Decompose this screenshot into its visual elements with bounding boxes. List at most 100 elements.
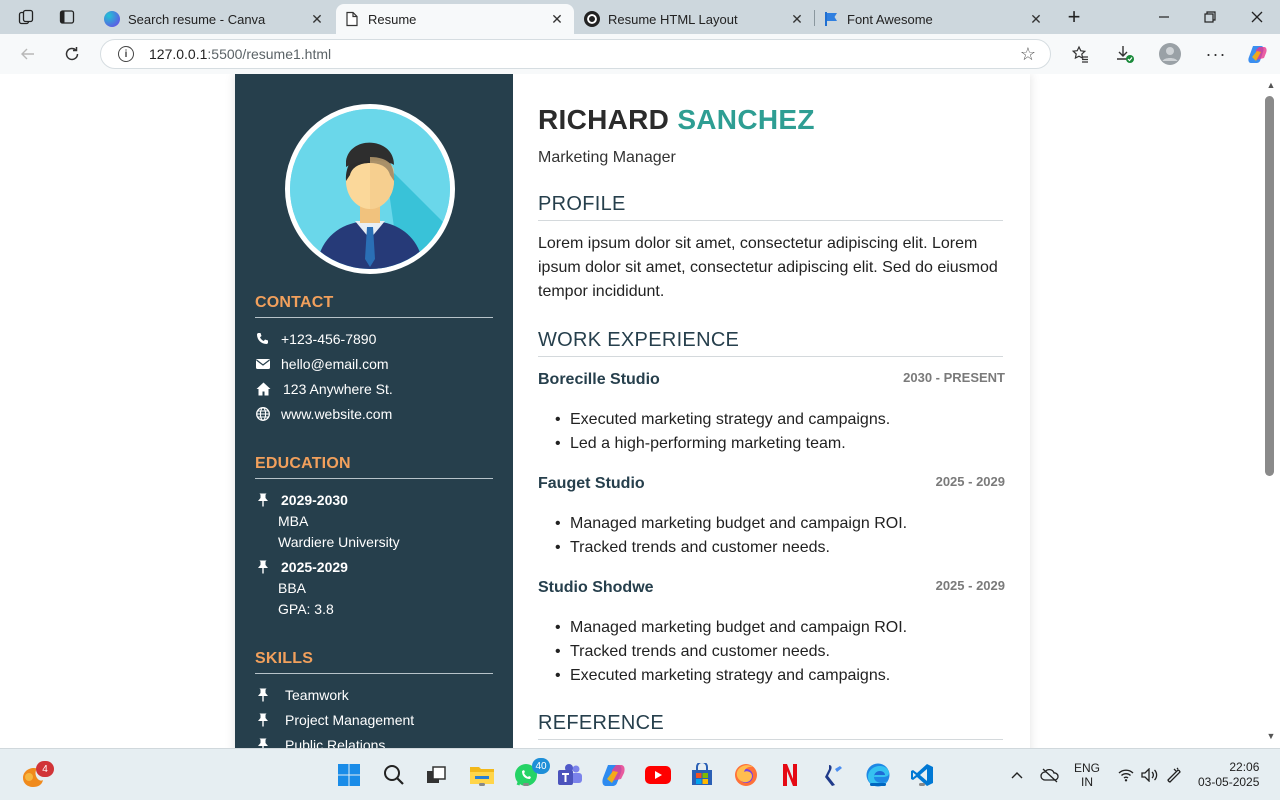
home-icon (255, 381, 271, 397)
contact-heading: CONTACT (255, 294, 493, 318)
profile-icon[interactable] (1155, 40, 1185, 68)
tab-title: Resume (368, 11, 417, 27)
scroll-down-icon[interactable]: ▼ (1266, 731, 1276, 741)
scroll-thumb[interactable] (1265, 96, 1274, 476)
running-indicator (523, 783, 529, 786)
vscode-icon[interactable] (908, 761, 936, 789)
tab-title: Search resume - Canva (128, 11, 266, 27)
favorite-star-icon[interactable]: ☆ (1020, 44, 1036, 65)
contact-address: 123 Anywhere St. (255, 381, 493, 397)
tab-title: Resume HTML Layout (608, 11, 738, 27)
job-bullet: Tracked trends and customer needs. (555, 643, 830, 661)
tab-actions-icon[interactable] (52, 4, 82, 30)
workspaces-icon[interactable] (11, 4, 41, 30)
page-scrollbar[interactable]: ▲ ▼ (1262, 74, 1280, 748)
job-dates: 2030 - PRESENT (903, 370, 1005, 385)
job-bullet: Executed marketing strategy and campaign… (555, 411, 890, 429)
job-bullet: Tracked trends and customer needs. (555, 539, 830, 557)
youtube-icon[interactable] (644, 761, 672, 789)
job-bullet: Managed marketing budget and campaign RO… (555, 515, 907, 533)
favorites-icon[interactable] (1065, 40, 1095, 68)
tab-title: Font Awesome (847, 11, 933, 27)
teams-icon[interactable] (556, 761, 584, 789)
url-path: :5500/resume1.html (207, 46, 332, 62)
app-icon-k[interactable] (820, 761, 848, 789)
scroll-up-icon[interactable]: ▲ (1266, 80, 1276, 90)
address-bar[interactable]: i 127.0.0.1:5500/resume1.html ☆ (100, 39, 1051, 69)
more-icon[interactable]: ··· (1201, 40, 1231, 68)
job-role: Marketing Manager (538, 149, 676, 166)
info-icon[interactable]: i (118, 46, 134, 62)
search-icon[interactable] (380, 761, 408, 789)
page-viewport: CONTACT +123-456-7890 hello@email.com 12… (4, 74, 1262, 748)
new-tab-icon[interactable]: + (1059, 4, 1089, 30)
job-dates: 2025 - 2029 (935, 474, 1005, 489)
skills-heading: SKILLS (255, 650, 493, 674)
website-text: www.website.com (281, 406, 393, 422)
close-tab-icon[interactable]: ✕ (1027, 11, 1045, 28)
show-hidden-icons[interactable] (1010, 749, 1024, 801)
tab-resume[interactable]: Resume ✕ (336, 4, 574, 34)
resume-page: CONTACT +123-456-7890 hello@email.com 12… (235, 74, 1030, 748)
job-company: Borecille Studio (538, 371, 660, 388)
back-icon[interactable] (13, 40, 43, 68)
task-view-icon[interactable] (422, 761, 450, 789)
battery-icon[interactable] (1165, 749, 1183, 801)
widgets-icon[interactable]: 4 (18, 761, 54, 789)
education-years: 2029-2030 (281, 492, 348, 508)
tab-strip: Search resume - Canva ✕ Resume ✕ Resume … (0, 0, 1280, 34)
edge-icon[interactable] (864, 761, 892, 789)
thumbtack-icon (255, 492, 271, 508)
resume-main: RICHARD SANCHEZ Marketing Manager PROFIL… (513, 74, 1030, 748)
tab-resume-html-layout[interactable]: Resume HTML Layout ✕ (576, 4, 814, 34)
copilot-app-icon[interactable] (600, 761, 628, 789)
onedrive-icon[interactable] (1040, 749, 1060, 801)
thumbtack-icon (255, 737, 271, 748)
profile-text: Lorem ipsum dolor sit amet, consectetur … (538, 235, 998, 300)
education-item: 2025-2029 (255, 559, 493, 575)
job-company: Studio Shodwe (538, 579, 654, 596)
thumbtack-icon (255, 687, 271, 703)
clock-date: 03-05-2025 (1198, 775, 1260, 789)
profile-heading: PROFILE (538, 193, 1003, 221)
tab-canva[interactable]: Search resume - Canva ✕ (96, 4, 334, 34)
close-tab-icon[interactable]: ✕ (308, 11, 326, 28)
clock[interactable]: 22:06 03-05-2025 (1198, 749, 1259, 801)
skill-label: Project Management (285, 712, 415, 728)
volume-icon[interactable] (1141, 749, 1159, 801)
skill-item: Public Relations (255, 737, 493, 748)
restore-icon[interactable] (1187, 4, 1233, 30)
taskbar: 4 40 ENG IN 22:06 03-05-2025 (0, 748, 1280, 800)
minimize-icon[interactable] (1141, 4, 1187, 30)
tab-font-awesome[interactable]: Font Awesome ✕ (815, 4, 1053, 34)
education-degree: MBA (278, 513, 309, 529)
skill-item: Teamwork (255, 687, 493, 703)
page-icon (344, 11, 360, 27)
skill-label: Teamwork (285, 687, 349, 703)
close-tab-icon[interactable]: ✕ (788, 11, 806, 28)
url-host: 127.0.0.1 (149, 46, 208, 62)
copilot-icon[interactable] (1243, 40, 1273, 68)
close-icon[interactable] (1234, 4, 1280, 30)
reload-icon[interactable] (57, 40, 87, 68)
chatgpt-icon (584, 11, 600, 27)
windows-start-icon[interactable] (335, 761, 363, 789)
job-bullet: Led a high-performing marketing team. (555, 435, 846, 453)
downloads-icon[interactable] (1110, 40, 1140, 68)
experience-heading: WORK EXPERIENCE (538, 329, 1003, 357)
language-indicator[interactable]: ENG IN (1074, 749, 1100, 801)
running-indicator (870, 783, 886, 786)
education-detail: GPA: 3.8 (278, 601, 334, 617)
netflix-icon[interactable] (776, 761, 804, 789)
whatsapp-icon[interactable]: 40 (512, 758, 550, 789)
canva-icon (104, 11, 120, 27)
microsoft-store-icon[interactable] (688, 761, 716, 789)
wifi-icon[interactable] (1118, 749, 1134, 801)
job-dates: 2025 - 2029 (935, 578, 1005, 593)
file-explorer-icon[interactable] (468, 761, 496, 789)
envelope-icon (255, 356, 271, 372)
job-bullet: Executed marketing strategy and campaign… (555, 667, 890, 685)
close-tab-icon[interactable]: ✕ (548, 11, 566, 28)
email-text: hello@email.com (281, 356, 389, 372)
firefox-icon[interactable] (732, 761, 760, 789)
